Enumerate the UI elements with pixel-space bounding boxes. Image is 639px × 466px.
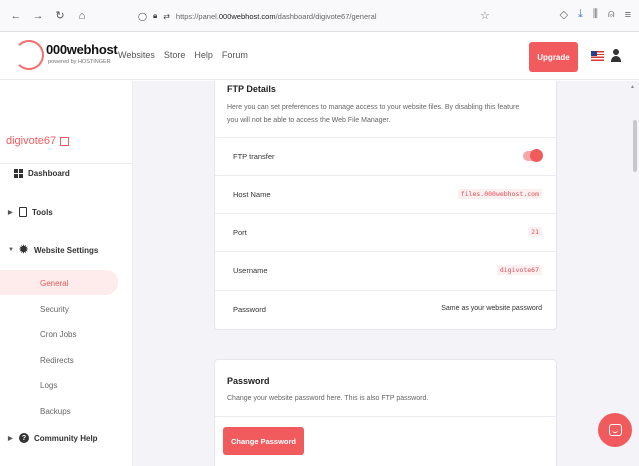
forward-icon[interactable]: →	[30, 8, 46, 24]
sidebar: digivote67 Dashboard ▶ Tools ▼ ✹ Website…	[0, 81, 133, 466]
port-value[interactable]: 21	[528, 227, 542, 237]
change-password-button[interactable]: Change Password	[223, 427, 304, 455]
nav-websites[interactable]: Websites	[118, 50, 155, 60]
port-row: Port 21	[215, 213, 556, 251]
account-icon[interactable]: ⍝	[608, 8, 615, 21]
sidebar-subitem-cron-jobs[interactable]: Cron Jobs	[40, 330, 76, 339]
sidebar-item-dashboard[interactable]: Dashboard	[14, 169, 70, 178]
ftp-transfer-row: FTP transfer	[215, 137, 556, 175]
external-link-icon	[60, 136, 70, 146]
home-icon[interactable]: ⌂	[74, 8, 90, 24]
password-row: Password Same as your website password	[215, 290, 556, 328]
shield-icon: ◯	[138, 11, 147, 21]
row-label: Password	[233, 305, 266, 314]
help-icon: ?	[19, 433, 29, 443]
site-name-link[interactable]: digivote67	[6, 135, 70, 147]
row-label: Username	[233, 266, 268, 275]
ftp-transfer-toggle[interactable]	[523, 149, 543, 162]
caret-right-icon: ▶	[8, 435, 13, 442]
sidebar-subitem-logs[interactable]: Logs	[40, 381, 57, 390]
user-icon[interactable]	[611, 49, 621, 63]
ftp-title: FTP Details	[227, 84, 276, 94]
chat-icon	[608, 424, 622, 436]
dashboard-icon	[14, 169, 23, 178]
sidebar-item-label: Community Help	[34, 433, 98, 443]
caret-right-icon: ▶	[8, 209, 13, 216]
username-value[interactable]: digivote67	[496, 265, 542, 275]
chat-button[interactable]	[598, 413, 632, 447]
password-description: Change your website password here. This …	[227, 395, 429, 402]
sidebar-subitem-security[interactable]: Security	[40, 305, 69, 314]
sidebar-item-tools[interactable]: ▶ Tools	[8, 207, 53, 217]
back-icon[interactable]: ←	[8, 8, 24, 24]
sidebar-subitem-backups[interactable]: Backups	[40, 407, 71, 416]
password-value: Same as your website password	[441, 305, 542, 312]
bookmark-star-icon[interactable]: ☆	[480, 9, 490, 22]
download-icon[interactable]: ⤓	[578, 8, 583, 21]
lock-icon: 🔒︎	[152, 11, 158, 20]
sidebar-item-label: Website Settings	[34, 245, 99, 255]
tools-icon	[19, 207, 27, 217]
upgrade-button[interactable]: Upgrade	[529, 42, 578, 72]
pocket-icon[interactable]: ◇	[560, 8, 568, 21]
row-label: Port	[233, 228, 247, 237]
permissions-icon: ⇄	[163, 11, 170, 21]
gear-icon: ✹	[19, 244, 29, 256]
scroll-up-icon[interactable]: ▲	[630, 84, 635, 90]
menu-icon[interactable]: ≡	[625, 9, 631, 21]
sidebar-item-community-help[interactable]: ▶ ? Community Help	[8, 433, 98, 443]
sidebar-item-label: Dashboard	[28, 169, 70, 178]
site-name-label: digivote67	[6, 135, 57, 147]
logo-mark-icon	[14, 40, 44, 70]
us-flag-icon[interactable]	[591, 51, 604, 61]
username-row: Username digivote67	[215, 251, 556, 289]
sidebar-item-label: Tools	[32, 207, 53, 217]
address-bar[interactable]: ◯ 🔒︎ ⇄ https://panel.000webhost.com/dash…	[138, 7, 498, 25]
row-label: Host Name	[233, 190, 271, 199]
top-nav: Websites Store Help Forum	[118, 50, 248, 60]
sidebar-subitem-general[interactable]: General	[40, 279, 68, 288]
caret-down-icon: ▼	[8, 247, 14, 253]
nav-forum[interactable]: Forum	[222, 50, 248, 60]
ftp-details-card: FTP Details Here you can set preferences…	[214, 81, 557, 330]
sidebar-divider	[0, 163, 132, 164]
sidebar-subitem-redirects[interactable]: Redirects	[40, 356, 74, 365]
scrollbar-thumb[interactable]	[633, 120, 637, 172]
password-card: Password Change your website password he…	[214, 359, 557, 466]
card-divider	[215, 416, 556, 417]
ftp-description: Here you can set preferences to manage a…	[227, 104, 520, 124]
password-title: Password	[227, 376, 270, 386]
nav-store[interactable]: Store	[164, 50, 186, 60]
logo-text: 000webhost	[46, 42, 118, 57]
row-label: FTP transfer	[233, 152, 275, 161]
reload-icon[interactable]: ↻	[52, 8, 68, 24]
main-content: FTP Details Here you can set preferences…	[133, 81, 639, 466]
host-name-row: Host Name files.000webhost.com	[215, 175, 556, 213]
site-header: 000webhost powered by HOSTINGER Websites…	[0, 33, 639, 80]
sidebar-item-website-settings[interactable]: ▼ ✹ Website Settings	[8, 244, 99, 256]
browser-toolbar: ← → ↻ ⌂ ◯ 🔒︎ ⇄ https://panel.000webhost.…	[0, 0, 639, 32]
library-icon[interactable]: ⫼	[593, 8, 598, 21]
nav-help[interactable]: Help	[194, 50, 213, 60]
host-name-value[interactable]: files.000webhost.com	[457, 189, 542, 199]
logo[interactable]: 000webhost powered by HOSTINGER	[14, 39, 118, 73]
logo-subtitle: powered by HOSTINGER	[48, 59, 111, 65]
url-text: https://panel.000webhost.com/dashboard/d…	[175, 11, 377, 21]
